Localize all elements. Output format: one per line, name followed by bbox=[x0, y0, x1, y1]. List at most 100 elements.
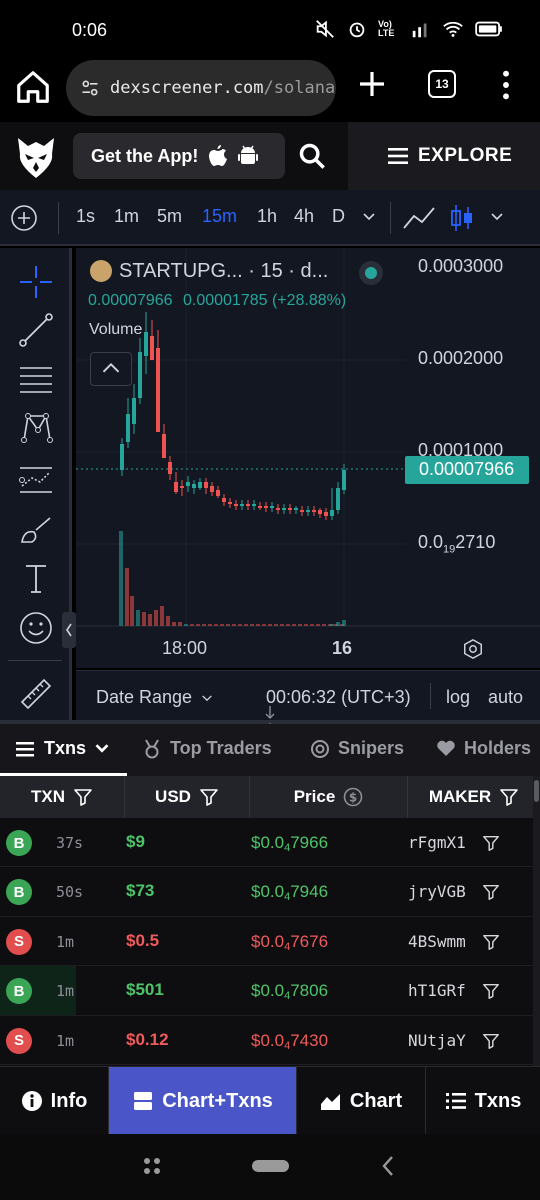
site-settings-icon[interactable] bbox=[80, 78, 100, 98]
col-header-maker[interactable]: MAKER bbox=[408, 776, 540, 818]
txn-maker[interactable]: jryVGB bbox=[408, 882, 466, 901]
nav-label: Chart bbox=[349, 1089, 403, 1112]
tab-label: Top Traders bbox=[170, 738, 272, 758]
brush-icon[interactable] bbox=[18, 512, 54, 548]
mute-icon bbox=[316, 20, 334, 38]
table-scrollbar-thumb[interactable] bbox=[534, 780, 539, 802]
bottom-bar-divider bbox=[430, 683, 431, 709]
candle-body bbox=[150, 336, 154, 360]
recents-icon[interactable] bbox=[142, 1156, 162, 1176]
time-axis-label: 18:00 bbox=[162, 638, 208, 658]
filter-icon[interactable] bbox=[482, 1032, 500, 1050]
nav-txns[interactable]: Txns bbox=[426, 1067, 540, 1135]
market-status-indicator[interactable] bbox=[359, 261, 383, 285]
list-icon bbox=[16, 741, 34, 756]
price-chart[interactable]: STARTUPG... · 15 · d... 0.00007966 0.000… bbox=[76, 248, 540, 668]
col-header-usd[interactable]: USD bbox=[125, 776, 250, 818]
emoji-icon[interactable] bbox=[18, 610, 54, 646]
line-chart-type-icon[interactable] bbox=[402, 206, 436, 230]
filter-icon[interactable] bbox=[482, 933, 500, 951]
chart-type-dropdown-icon[interactable] bbox=[490, 212, 504, 222]
tab-top-traders[interactable]: Top Traders bbox=[142, 738, 272, 759]
table-scrollbar-track[interactable] bbox=[533, 776, 540, 1066]
url-path: /solana/3 bbox=[263, 78, 336, 98]
add-indicator-icon[interactable] bbox=[10, 204, 38, 232]
volume-bar bbox=[316, 624, 320, 626]
tab-snipers[interactable]: Snipers bbox=[310, 738, 404, 759]
back-icon[interactable] bbox=[380, 1154, 396, 1178]
text-tool-icon[interactable] bbox=[18, 560, 54, 596]
nav-info[interactable]: Info bbox=[0, 1067, 109, 1135]
nav-chart-txns[interactable]: Chart+Txns bbox=[109, 1067, 297, 1135]
candle-body bbox=[192, 484, 196, 488]
explore-button[interactable]: EXPLORE bbox=[348, 122, 540, 190]
tab-txns[interactable]: Txns bbox=[16, 738, 110, 759]
table-row[interactable]: S 1m $0.5 $0.047676 4BSwmm bbox=[0, 917, 540, 967]
tab-switcher-button[interactable]: 13 bbox=[428, 70, 456, 98]
search-icon[interactable] bbox=[298, 142, 326, 170]
txn-maker[interactable]: NUtjaY bbox=[408, 1031, 466, 1050]
date-range-button[interactable]: Date Range bbox=[96, 687, 213, 708]
price-digits: 7806 bbox=[290, 981, 329, 1001]
txn-usd: $0.12 bbox=[126, 1029, 169, 1049]
chart-settings-icon[interactable] bbox=[462, 638, 484, 660]
chart-clock[interactable]: 00:06:32 (UTC+3) bbox=[266, 687, 411, 708]
auto-scale-toggle[interactable]: auto bbox=[488, 687, 523, 708]
pattern-icon[interactable] bbox=[18, 410, 54, 446]
prediction-icon[interactable] bbox=[18, 462, 54, 498]
volume-bar bbox=[232, 624, 236, 626]
more-menu-icon[interactable] bbox=[496, 68, 516, 102]
chart-legend-title[interactable]: STARTUPG... · 15 · d... bbox=[119, 260, 328, 283]
table-row[interactable]: B 50s $73 $0.047946 jryVGB bbox=[0, 867, 540, 917]
log-scale-toggle[interactable]: log bbox=[446, 687, 470, 708]
tab-holders[interactable]: Holders bbox=[436, 738, 531, 759]
home-icon[interactable] bbox=[14, 68, 52, 106]
volume-bar bbox=[184, 624, 188, 626]
txn-maker[interactable]: rFgmX1 bbox=[408, 833, 466, 852]
interval-15m[interactable]: 15m bbox=[202, 206, 237, 227]
table-row[interactable]: B 37s $9 $0.047966 rFgmX1 bbox=[0, 818, 540, 868]
wifi-icon bbox=[443, 21, 463, 37]
filter-icon[interactable] bbox=[73, 787, 93, 807]
interval-d[interactable]: D bbox=[332, 206, 345, 227]
home-pill[interactable] bbox=[252, 1160, 289, 1172]
txn-maker[interactable]: 4BSwmm bbox=[408, 932, 466, 951]
get-app-button[interactable]: Get the App! bbox=[73, 133, 285, 179]
candle-body bbox=[162, 434, 166, 458]
txn-maker[interactable]: hT1GRf bbox=[408, 981, 466, 1000]
table-row[interactable]: B 1m $501 $0.047806 hT1GRf bbox=[0, 966, 540, 1016]
interval-1h[interactable]: 1h bbox=[257, 206, 277, 227]
volume-bar bbox=[256, 624, 260, 626]
interval-1m[interactable]: 1m bbox=[114, 206, 139, 227]
table-row[interactable]: S 1m $0.12 $0.047430 NUtjaY bbox=[0, 1016, 540, 1065]
url-bar[interactable]: dexscreener.com/solana/3 bbox=[66, 60, 336, 116]
txn-price: $0.047676 bbox=[251, 932, 328, 953]
dexscreener-logo-icon[interactable] bbox=[14, 134, 58, 180]
dollar-circle-icon[interactable]: $ bbox=[343, 787, 363, 807]
crosshair-icon[interactable] bbox=[18, 264, 54, 300]
filter-icon[interactable] bbox=[482, 883, 500, 901]
trend-line-icon[interactable] bbox=[18, 312, 54, 348]
interval-5m[interactable]: 5m bbox=[157, 206, 182, 227]
interval-1s[interactable]: 1s bbox=[76, 206, 95, 227]
price-prefix: $0.0 bbox=[251, 981, 285, 1001]
collapse-toolbar-icon[interactable] bbox=[62, 612, 76, 648]
filter-icon[interactable] bbox=[482, 834, 500, 852]
volume-bar bbox=[202, 624, 206, 626]
ruler-icon[interactable] bbox=[18, 676, 54, 712]
filter-icon[interactable] bbox=[499, 787, 519, 807]
nav-chart[interactable]: Chart bbox=[297, 1067, 426, 1135]
fib-retracement-icon[interactable] bbox=[18, 362, 54, 398]
interval-dropdown-icon[interactable] bbox=[362, 212, 376, 222]
candle-body bbox=[324, 512, 328, 516]
filter-icon[interactable] bbox=[482, 982, 500, 1000]
col-header-txn[interactable]: TXN bbox=[0, 776, 125, 818]
filter-icon[interactable] bbox=[199, 787, 219, 807]
candlestick-chart-type-icon[interactable] bbox=[450, 203, 474, 233]
col-header-price[interactable]: Price $ bbox=[250, 776, 408, 818]
new-tab-icon[interactable] bbox=[356, 68, 388, 100]
heart-icon bbox=[437, 740, 455, 756]
chevron-up-icon[interactable] bbox=[90, 352, 132, 386]
volume-bar bbox=[238, 624, 242, 626]
interval-4h[interactable]: 4h bbox=[294, 206, 314, 227]
